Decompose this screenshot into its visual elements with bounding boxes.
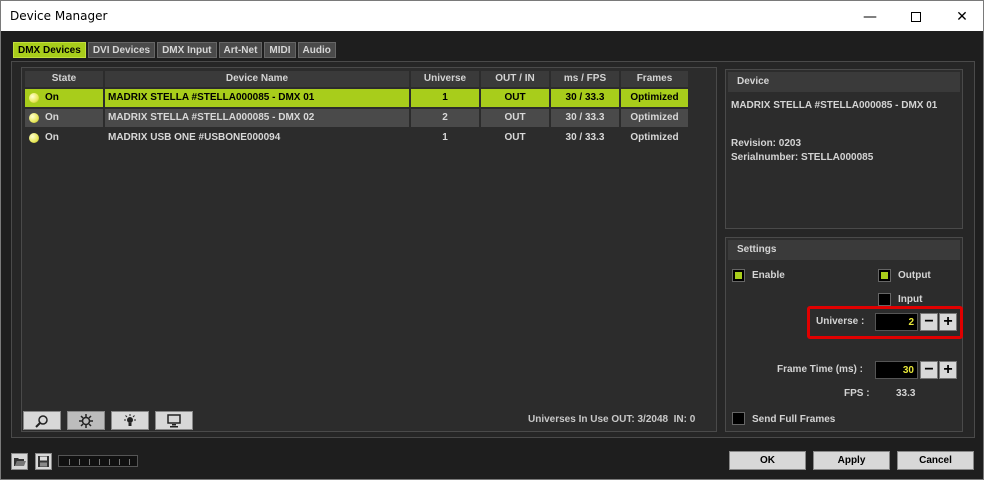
frame-time-field[interactable]: 30 <box>875 361 918 379</box>
device-name-cell: MADRIX STELLA #STELLA000085 - DMX 02 <box>105 109 411 127</box>
maximize-icon <box>911 11 921 22</box>
settings-section-header: Settings <box>728 240 960 260</box>
title-bar: Device Manager — ✕ <box>0 0 984 31</box>
minimize-icon: — <box>863 8 877 25</box>
ok-button[interactable]: OK <box>729 451 806 470</box>
zoom-slider[interactable] <box>58 455 138 467</box>
header-out-in[interactable]: OUT / IN <box>481 71 551 87</box>
fps-value: 33.3 <box>896 388 916 399</box>
input-label: Input <box>898 294 923 305</box>
header-device-name[interactable]: Device Name <box>105 71 411 87</box>
table-row[interactable]: On MADRIX STELLA #STELLA000085 - DMX 01 … <box>25 89 690 107</box>
ms-fps-cell: 30 / 33.3 <box>565 132 605 143</box>
header-universe[interactable]: Universe <box>411 71 481 87</box>
enable-checkbox[interactable] <box>732 269 745 282</box>
open-button[interactable] <box>11 453 28 470</box>
output-checkbox[interactable] <box>878 269 891 282</box>
search-button[interactable] <box>23 411 61 430</box>
maximize-button[interactable] <box>893 1 939 32</box>
out-in-cell: OUT <box>504 132 526 143</box>
out-in-cell: OUT <box>481 89 551 107</box>
table-row[interactable]: On MADRIX USB ONE #USBONE000094 1 OUT 30… <box>25 129 690 147</box>
identify-button[interactable] <box>111 411 149 430</box>
status-led-icon <box>29 93 39 103</box>
search-icon <box>35 414 48 428</box>
device-name-label: MADRIX STELLA #STELLA000085 - DMX 01 <box>731 100 938 111</box>
table-header: State Device Name Universe OUT / IN ms /… <box>25 71 690 87</box>
state-text: On <box>45 112 59 123</box>
device-info-panel <box>725 69 963 229</box>
device-table: State Device Name Universe OUT / IN ms /… <box>25 71 690 147</box>
close-icon: ✕ <box>956 8 968 25</box>
output-label: Output <box>898 270 931 281</box>
send-full-frames-checkbox[interactable] <box>732 412 745 425</box>
tab-art-net[interactable]: Art-Net <box>218 42 263 58</box>
folder-open-icon <box>13 457 26 466</box>
frame-time-label: Frame Time (ms) : <box>777 364 863 375</box>
apply-button[interactable]: Apply <box>813 451 890 470</box>
universe-highlight-box <box>807 306 963 339</box>
tab-midi[interactable]: MIDI <box>264 42 296 58</box>
input-checkbox[interactable] <box>878 293 891 306</box>
enable-label: Enable <box>752 270 785 281</box>
frames-cell: Optimized <box>621 109 690 127</box>
tab-dvi-devices[interactable]: DVI Devices <box>87 42 156 58</box>
monitor-button[interactable] <box>155 411 193 430</box>
universes-status: Universes In Use OUT: 3/2048 IN: 0 <box>528 414 696 425</box>
window-title: Device Manager <box>10 9 108 23</box>
header-ms-fps[interactable]: ms / FPS <box>551 71 621 87</box>
ms-fps-cell: 30 / 33.3 <box>551 89 621 107</box>
frames-cell: Optimized <box>621 89 690 107</box>
universe-cell: 2 <box>411 109 481 127</box>
header-state[interactable]: State <box>25 71 105 87</box>
state-cell: On <box>25 109 105 127</box>
gear-icon <box>79 413 93 428</box>
dialog-body: DMX Devices DVI Devices DMX Input Art-Ne… <box>0 31 984 480</box>
save-button[interactable] <box>35 453 52 470</box>
universe-cell: 1 <box>442 132 448 143</box>
device-section-header: Device <box>728 72 960 92</box>
state-text: On <box>45 132 59 143</box>
state-cell: On <box>25 129 105 147</box>
table-row[interactable]: On MADRIX STELLA #STELLA000085 - DMX 02 … <box>25 109 690 127</box>
frames-cell: Optimized <box>630 132 679 143</box>
monitor-icon <box>167 413 181 427</box>
device-name-cell: MADRIX USB ONE #USBONE000094 <box>108 132 281 143</box>
frame-time-increment-button[interactable]: + <box>939 361 957 379</box>
status-led-icon <box>29 133 39 143</box>
frame-time-decrement-button[interactable]: − <box>920 361 938 379</box>
fps-label: FPS : <box>844 388 870 399</box>
state-cell: On <box>25 89 105 107</box>
device-name-cell: MADRIX STELLA #STELLA000085 - DMX 01 <box>105 89 411 107</box>
revision-label: Revision: 0203 <box>731 138 802 149</box>
tab-bar: DMX Devices DVI Devices DMX Input Art-Ne… <box>13 42 336 58</box>
close-button[interactable]: ✕ <box>939 1 984 32</box>
tab-dmx-input[interactable]: DMX Input <box>157 42 217 58</box>
universe-cell: 1 <box>411 89 481 107</box>
header-frames[interactable]: Frames <box>621 71 690 87</box>
minimize-button[interactable]: — <box>847 1 893 32</box>
status-led-icon <box>29 113 39 123</box>
save-icon <box>38 456 49 467</box>
cancel-button[interactable]: Cancel <box>897 451 974 470</box>
bulb-icon <box>124 413 136 426</box>
tab-dmx-devices[interactable]: DMX Devices <box>13 42 86 58</box>
state-text: On <box>45 92 59 103</box>
tab-audio[interactable]: Audio <box>297 42 336 58</box>
settings-button[interactable] <box>67 411 105 430</box>
send-full-frames-label: Send Full Frames <box>752 414 836 425</box>
ms-fps-cell: 30 / 33.3 <box>551 109 621 127</box>
out-in-cell: OUT <box>481 109 551 127</box>
serialnumber-label: Serialnumber: STELLA000085 <box>731 152 874 163</box>
